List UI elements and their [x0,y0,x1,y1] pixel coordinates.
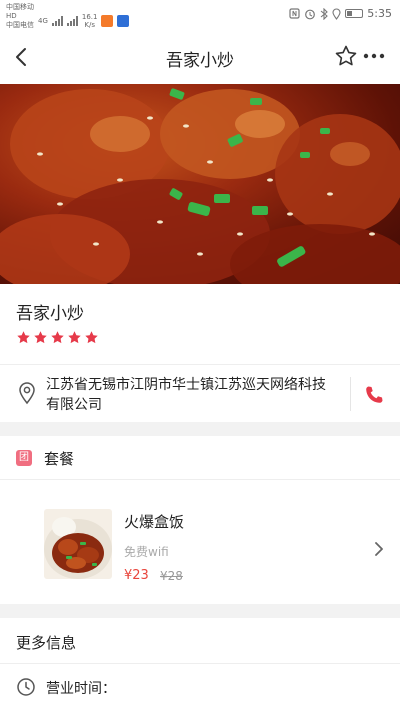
location-icon [332,7,341,20]
star-filled-icon [68,331,81,344]
shop-address: 江苏省无锡市江阴市华士镇江苏巡天网络科技有限公司 [46,377,326,413]
status-bar: 中国移动 HD 中国电信 HD 4G 16.1 K/s 5:35 [0,0,400,38]
business-hours-row: 营业时间： [0,664,400,710]
shop-name: 吾家小炒 [16,304,84,324]
speed-unit: K/s [84,21,95,29]
net-type: 4G [38,17,48,25]
group-buy-tag-icon: 团 [16,450,32,466]
app-notification-icon [101,15,114,27]
star-filled-icon [85,331,98,344]
rating-stars [16,330,99,345]
more-info-label: 更多信息 [16,634,77,652]
hero-food-image [0,84,400,284]
alarm-icon [305,9,316,19]
star-filled-icon [34,331,47,344]
app-notification-icon-2 [117,15,130,27]
combo-section-label: 套餐 [44,450,75,468]
address-row[interactable]: 江苏省无锡市江阴市华士镇江苏巡天网络科技有限公司 [0,364,400,422]
signal-icon [51,16,63,26]
nfc-icon [289,8,300,19]
nav-bar: 吾家小炒 [0,30,400,84]
net-1: HD [6,12,17,20]
combo-item-name: 火爆盒饭 [124,513,185,531]
bluetooth-icon [320,7,329,20]
phone-icon[interactable] [362,383,386,407]
location-pin-icon [19,382,35,405]
combo-food-photo [44,509,112,579]
chevron-right-icon [375,542,383,556]
business-hours-label: 营业时间： [46,681,116,697]
status-right: 5:35 [289,7,392,20]
battery-icon [345,9,364,18]
combo-section-header: 团 套餐 [0,436,400,480]
more-dots-icon[interactable] [362,44,386,68]
signal-icon-2 [66,16,78,26]
more-info-header: 更多信息 [0,618,400,664]
star-filled-icon [51,331,64,344]
food-photo [0,88,400,284]
status-time: 5:35 [367,7,392,20]
net-speed: 16.1 K/s [82,13,98,29]
speed-value: 16.1 [81,13,98,21]
shop-info: 吾家小炒 [0,284,400,364]
combo-thumbnail [44,509,112,579]
combo-item-subtitle: 免费wifi [124,545,169,559]
carrier-2: 中国电信 [6,21,34,29]
combo-item[interactable]: 火爆盒饭 免费wifi ¥23 ¥28 [0,480,400,604]
star-filled-icon [17,331,30,344]
carrier-1: 中国移动 [6,3,34,11]
combo-item-original-price: ¥28 [160,569,183,583]
divider [350,377,351,411]
clock-icon [17,678,35,696]
combo-item-price: ¥23 [124,568,149,583]
star-outline-icon[interactable] [334,44,358,68]
